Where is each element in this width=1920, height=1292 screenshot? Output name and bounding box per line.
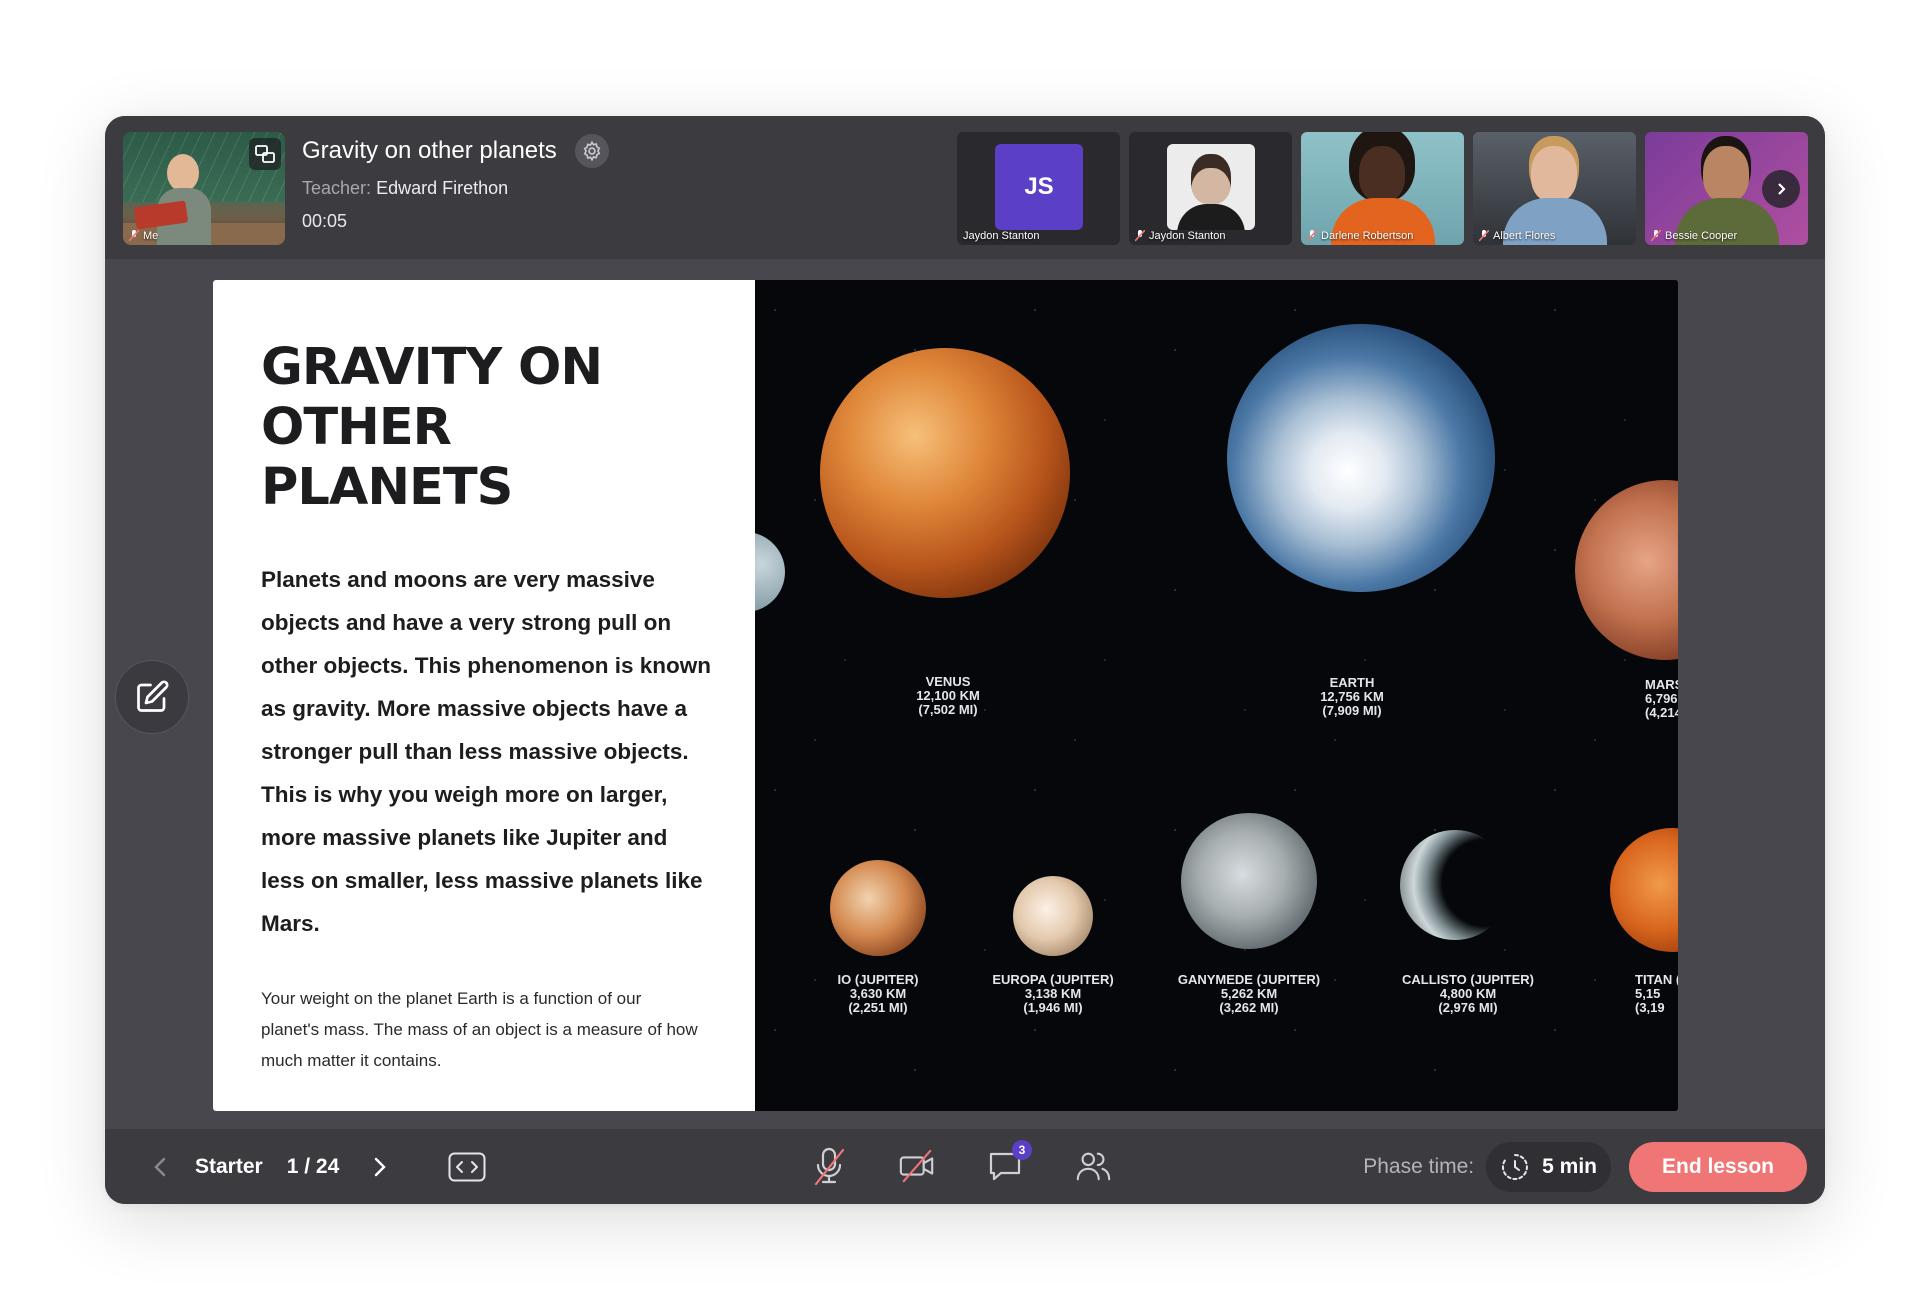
phase-time-value: 5 min bbox=[1542, 1155, 1597, 1178]
chevron-right-icon[interactable] bbox=[365, 1149, 395, 1185]
participant-name: Jaydon Stanton bbox=[1149, 230, 1226, 242]
chevron-right-icon[interactable] bbox=[1762, 170, 1800, 208]
initials-avatar: JS bbox=[995, 144, 1083, 230]
chat-button[interactable]: 3 bbox=[986, 1140, 1032, 1186]
lesson-info: Gravity on other planets Teacher: Edward… bbox=[302, 132, 609, 232]
slide-text-panel: GRAVITY ON OTHER PLANETS Planets and moo… bbox=[213, 280, 755, 1111]
avatar bbox=[1473, 132, 1636, 245]
participant-name: Bessie Cooper bbox=[1665, 230, 1738, 242]
label-callisto: CALLISTO (JUPITER) 4,800 KM (2,976 MI) bbox=[1402, 972, 1534, 1015]
moon-europa bbox=[1013, 876, 1093, 956]
mic-off-small-icon bbox=[1479, 230, 1489, 242]
lesson-title: Gravity on other planets bbox=[302, 137, 557, 164]
avatar bbox=[1301, 132, 1464, 245]
participant-tile[interactable]: Albert Flores bbox=[1473, 132, 1636, 245]
label-venus: VENUS 12,100 KM (7,502 MI) bbox=[916, 674, 980, 717]
label-earth: EARTH 12,756 KM (7,909 MI) bbox=[1320, 675, 1384, 718]
label-ganymede: GANYMEDE (JUPITER) 5,262 KM (3,262 MI) bbox=[1177, 972, 1321, 1015]
self-tile-label: Me bbox=[129, 230, 158, 242]
label-io: IO (JUPITER) 3,630 KM (2,251 MI) bbox=[837, 972, 919, 1015]
phase-name: Starter bbox=[195, 1155, 263, 1178]
teacher-figure bbox=[157, 154, 211, 245]
gear-icon[interactable] bbox=[574, 134, 609, 168]
clock-icon bbox=[1502, 1154, 1529, 1180]
moon-callisto bbox=[1400, 830, 1510, 940]
people-icon[interactable] bbox=[1074, 1146, 1112, 1186]
phase-time-label: Phase time: bbox=[1363, 1155, 1475, 1178]
participant-name: Albert Flores bbox=[1493, 230, 1556, 242]
lesson-timer: 00:05 bbox=[302, 211, 348, 231]
mic-off-small-icon bbox=[1135, 230, 1145, 242]
bottom-toolbar: Starter 1 / 24 3 Phase time: 5 min End l… bbox=[105, 1129, 1825, 1204]
chat-count-badge: 3 bbox=[1012, 1140, 1032, 1160]
participant-name: Darlene Robertson bbox=[1321, 230, 1414, 242]
participant-tile[interactable]: JS Jaydon Stanton bbox=[957, 132, 1120, 245]
slide-note: Your weight on the planet Earth is a fun… bbox=[261, 989, 698, 1070]
slide-navigation: Starter 1 / 24 bbox=[145, 1147, 487, 1187]
participants-strip: JS Jaydon Stanton Jaydon Stanton Darlene… bbox=[957, 132, 1808, 245]
teacher-name: Edward Firethon bbox=[376, 178, 509, 198]
mic-off-small-icon bbox=[1651, 230, 1661, 242]
participant-name: Jaydon Stanton bbox=[963, 230, 1040, 242]
self-label: Me bbox=[143, 230, 159, 242]
edit-button[interactable] bbox=[115, 660, 189, 734]
page-counter: 1 / 24 bbox=[286, 1155, 340, 1178]
label-titan: TITAN ( 5,15 (3,19 bbox=[1635, 972, 1678, 1015]
camera-off-icon[interactable] bbox=[898, 1146, 936, 1186]
avatar bbox=[1167, 144, 1255, 230]
participant-tile[interactable]: Bessie Cooper bbox=[1645, 132, 1808, 245]
code-icon[interactable] bbox=[447, 1150, 487, 1184]
chevron-left-icon[interactable] bbox=[145, 1149, 175, 1185]
slide-paragraph: Planets and moons are very massive objec… bbox=[261, 567, 712, 936]
lesson-header: Me Gravity on other planets Teacher: Edw… bbox=[105, 116, 1825, 259]
planets-image: VENUS 12,100 KM (7,502 MI) EARTH 12,756 … bbox=[755, 280, 1678, 1111]
media-controls: 3 bbox=[810, 1140, 1112, 1189]
phase-time-selector[interactable]: 5 min bbox=[1486, 1142, 1611, 1192]
label-europa: EUROPA (JUPITER) 3,138 KM (1,946 MI) bbox=[992, 972, 1114, 1015]
slide-title: GRAVITY ON OTHER PLANETS bbox=[261, 338, 603, 517]
moon-ganymede bbox=[1181, 813, 1317, 949]
teacher-prefix: Teacher: bbox=[302, 178, 372, 198]
lesson-window: Me Gravity on other planets Teacher: Edw… bbox=[105, 116, 1825, 1204]
edit-icon bbox=[137, 680, 169, 712]
mic-off-small-icon bbox=[129, 230, 139, 242]
mic-off-small-icon bbox=[1307, 230, 1317, 242]
self-video-tile[interactable]: Me bbox=[123, 132, 285, 245]
moon-io bbox=[830, 860, 926, 956]
teacher-line: Teacher: Edward Firethon bbox=[302, 178, 609, 199]
participant-tile[interactable]: Darlene Robertson bbox=[1301, 132, 1464, 245]
phase-controls: Phase time: 5 min End lesson bbox=[1363, 1142, 1807, 1192]
planet-venus bbox=[820, 348, 1070, 598]
label-mars: MARS 6,796 KI (4,214 M bbox=[1645, 677, 1678, 720]
screen-share-icon[interactable] bbox=[249, 138, 281, 170]
planet-earth bbox=[1227, 324, 1495, 592]
lesson-slide: GRAVITY ON OTHER PLANETS Planets and moo… bbox=[213, 280, 1678, 1111]
mic-off-icon[interactable] bbox=[810, 1146, 848, 1186]
participant-tile[interactable]: Jaydon Stanton bbox=[1129, 132, 1292, 245]
end-lesson-button[interactable]: End lesson bbox=[1629, 1142, 1807, 1192]
